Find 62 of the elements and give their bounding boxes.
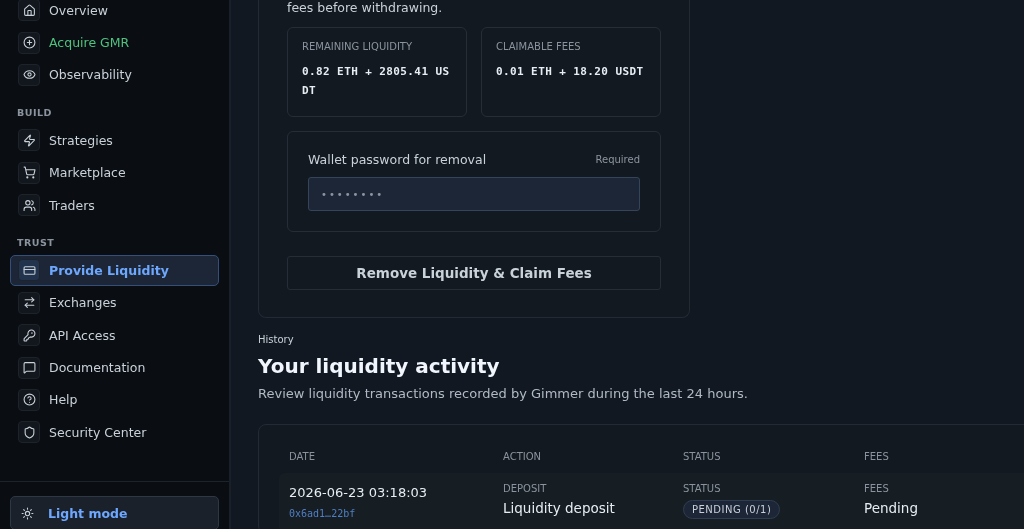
fees-text: Pending [864, 500, 919, 516]
nav-item[interactable]: Acquire GMR [10, 27, 219, 59]
stat-label: REMAINING LIQUIDITY [302, 41, 414, 52]
nav-label: Observability [49, 67, 132, 83]
date-text: 2026-06-23 03:18:03 [289, 485, 429, 500]
nav-item[interactable]: Overview [10, 0, 219, 26]
nav-label: Provide Liquidity [49, 262, 169, 278]
lightning-icon [18, 129, 40, 152]
nav-item[interactable]: Help [10, 384, 219, 416]
nav-label: Overview [49, 2, 108, 18]
action-text: Liquidity deposit [503, 500, 616, 516]
section-eyebrow: History [258, 334, 295, 345]
shield-icon [18, 421, 40, 444]
nav-label: Acquire GMR [49, 35, 130, 51]
arrows-icon [18, 291, 40, 314]
card-icon [18, 259, 40, 282]
stat-value: 0.01 ETH + 18.20 USDT [496, 64, 645, 80]
status-badge: PENDING (0/1) [683, 500, 781, 519]
card-note: fees before withdrawing. [287, 0, 444, 15]
status-label: STATUS [683, 483, 722, 494]
nav-label: Help [49, 392, 78, 408]
message-icon [18, 356, 40, 379]
eye-icon [18, 63, 40, 86]
nav-label: Marketplace [49, 165, 126, 181]
nav-item[interactable]: Provide Liquidity [10, 254, 219, 286]
light-mode-button[interactable]: Light mode [10, 496, 219, 529]
nav-label: Strategies [49, 132, 113, 148]
key-icon [18, 324, 40, 347]
column-header: STATUS [683, 451, 721, 462]
nav-item[interactable]: Strategies [10, 124, 219, 156]
section-heading: BUILD [16, 106, 53, 121]
required-hint: Required [595, 154, 640, 165]
nav-item[interactable]: Marketplace [10, 157, 219, 189]
section-heading: TRUST [16, 236, 56, 251]
sun-icon [21, 506, 34, 520]
nav-item[interactable]: Security Center [10, 416, 219, 448]
nav-label: API Access [49, 327, 116, 343]
column-header: FEES [864, 451, 889, 462]
cart-icon [18, 161, 40, 184]
nav-item[interactable]: Documentation [10, 352, 219, 384]
password-label: Wallet password for removal [308, 152, 487, 167]
password-field[interactable]: •••••••• [308, 177, 640, 211]
nav-item[interactable]: Observability [10, 59, 219, 91]
nav-label: Documentation [49, 360, 146, 376]
section-title: Your liquidity activity [258, 354, 501, 378]
stat-label: CLAIMABLE FEES [496, 41, 582, 52]
nav-label: Security Center [49, 424, 147, 440]
column-header: ACTION [503, 451, 542, 462]
help-icon [18, 388, 40, 411]
fees-label: FEES [864, 483, 890, 494]
stat-value: 0.82 ETH + 2805.41 USDT [302, 64, 451, 99]
section-description: Review liquidity transactions recorded by Gimmer during the last 24 hours. [258, 386, 749, 401]
nav-item[interactable]: API Access [10, 319, 219, 351]
action-label: DEPOSIT [503, 483, 548, 494]
users-icon [18, 194, 40, 217]
hash-link[interactable]: 0x6ad1…22bf [289, 508, 503, 519]
nav-label: Traders [49, 197, 95, 213]
nav-label: Exchanges [49, 295, 117, 311]
nav-item[interactable]: Exchanges [10, 287, 219, 319]
nav-item[interactable]: Traders [10, 189, 219, 221]
column-header: DATE [289, 451, 315, 462]
remove-liquidity-button[interactable]: Remove Liquidity & Claim Fees [287, 256, 661, 290]
